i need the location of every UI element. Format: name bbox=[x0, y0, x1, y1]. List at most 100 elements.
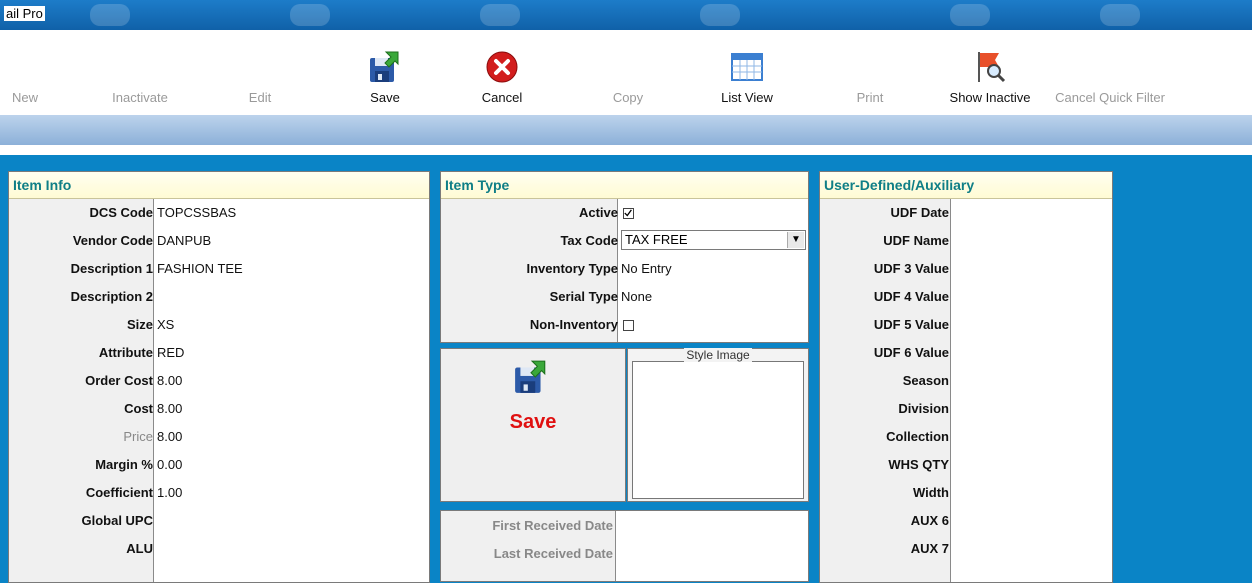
received-dates-panel: First Received Date Last Received Date bbox=[440, 510, 809, 582]
description-1-field[interactable]: FASHION TEE bbox=[157, 255, 243, 283]
floppy-disk-icon bbox=[370, 51, 399, 82]
udf-3-value-row: UDF 3 Value bbox=[820, 255, 1112, 283]
print-button[interactable]: Print bbox=[830, 30, 910, 115]
season-row: Season bbox=[820, 367, 1112, 395]
item-type-panel: Item Type Active Tax Code TAX FREE ▼ Inv… bbox=[440, 171, 809, 343]
cancel-quick-filter-button-label: Cancel Quick Filter bbox=[1055, 90, 1165, 105]
aux-6-label: AUX 6 bbox=[910, 513, 949, 528]
save-button[interactable]: Save bbox=[345, 30, 425, 115]
last-received-label: Last Received Date bbox=[493, 546, 613, 561]
cancel-button[interactable]: Cancel bbox=[457, 30, 547, 115]
filter-bar bbox=[0, 115, 1252, 145]
titlebar-decoration bbox=[480, 4, 520, 26]
dcs-code-field[interactable]: TOPCSSBAS bbox=[157, 199, 236, 227]
active-label: Active bbox=[578, 205, 618, 220]
list-view-button-label: List View bbox=[721, 90, 773, 105]
toolbar: New Inactivate Edit Save Cancel Copy Lis bbox=[0, 30, 1252, 115]
inventory-type-value[interactable]: No Entry bbox=[621, 255, 672, 283]
inventory-type-row: Inventory Type No Entry bbox=[441, 255, 808, 283]
serial-type-value[interactable]: None bbox=[621, 283, 652, 311]
tax-code-select[interactable]: TAX FREE ▼ bbox=[621, 230, 806, 250]
order-cost-field[interactable]: 8.00 bbox=[157, 367, 182, 395]
udf-4-value-label: UDF 4 Value bbox=[873, 289, 949, 304]
price-label: Price bbox=[123, 429, 153, 444]
udf-date-label: UDF Date bbox=[890, 205, 949, 220]
new-button[interactable]: New bbox=[0, 30, 70, 115]
udf-date-row: UDF Date bbox=[820, 199, 1112, 227]
vendor-code-label: Vendor Code bbox=[72, 233, 153, 248]
titlebar-decoration bbox=[290, 4, 330, 26]
save-panel[interactable]: Save bbox=[440, 348, 626, 502]
new-button-label: New bbox=[11, 90, 38, 105]
save-button-label: Save bbox=[370, 90, 400, 105]
item-info-fields: DCS Code TOPCSSBAS Vendor Code DANPUB Descri… bbox=[9, 199, 429, 563]
tax-code-value: TAX FREE bbox=[625, 232, 688, 247]
collection-row: Collection bbox=[820, 423, 1112, 451]
udf-5-value-label: UDF 5 Value bbox=[873, 317, 949, 332]
floppy-disk-icon bbox=[515, 360, 546, 393]
attribute-row: Attribute RED bbox=[9, 339, 429, 367]
margin-field[interactable]: 0.00 bbox=[157, 451, 182, 479]
attribute-label: Attribute bbox=[98, 345, 153, 360]
item-type-header: Item Type bbox=[441, 172, 808, 199]
cancel-button-label: Cancel bbox=[481, 90, 523, 105]
coefficient-field[interactable]: 1.00 bbox=[157, 479, 182, 507]
vendor-code-field[interactable]: DANPUB bbox=[157, 227, 211, 255]
check-icon bbox=[624, 209, 632, 217]
style-image-panel: Style Image bbox=[627, 348, 809, 502]
calendar-grid-icon bbox=[731, 53, 763, 81]
titlebar-decoration bbox=[950, 4, 990, 26]
item-type-fields: Active Tax Code TAX FREE ▼ Inventory Typ… bbox=[441, 199, 808, 339]
alu-label: ALU bbox=[126, 541, 153, 556]
udf-name-row: UDF Name bbox=[820, 227, 1112, 255]
cancel-quick-filter-button[interactable]: Cancel Quick Filter bbox=[1040, 30, 1180, 115]
description-2-label: Description 2 bbox=[70, 289, 153, 304]
udf-header: User-Defined/Auxiliary bbox=[820, 172, 1112, 199]
inactivate-button-label: Inactivate bbox=[112, 90, 168, 105]
save-panel-label: Save bbox=[509, 411, 557, 433]
window-title: ail Pro bbox=[4, 6, 45, 21]
aux-7-label: AUX 7 bbox=[910, 541, 949, 556]
attribute-field[interactable]: RED bbox=[157, 339, 184, 367]
copy-button[interactable]: Copy bbox=[588, 30, 668, 115]
non-inventory-label: Non-Inventory bbox=[529, 317, 618, 332]
alu-row: ALU bbox=[9, 535, 429, 563]
dcs-code-label: DCS Code bbox=[89, 205, 153, 220]
style-image-title: Style Image bbox=[684, 348, 752, 362]
chevron-down-icon[interactable]: ▼ bbox=[787, 232, 804, 248]
global-upc-row: Global UPC bbox=[9, 507, 429, 535]
division-label: Division bbox=[898, 401, 949, 416]
global-upc-label: Global UPC bbox=[81, 513, 153, 528]
vendor-code-row: Vendor Code DANPUB bbox=[9, 227, 429, 255]
tax-code-label: Tax Code bbox=[560, 233, 618, 248]
size-field[interactable]: XS bbox=[157, 311, 174, 339]
active-row: Active bbox=[441, 199, 808, 227]
titlebar-decoration bbox=[90, 4, 130, 26]
titlebar-decoration bbox=[700, 4, 740, 26]
list-view-button[interactable]: List View bbox=[697, 30, 797, 115]
udf-panel: User-Defined/Auxiliary UDF Date UDF Name U… bbox=[819, 171, 1113, 583]
cost-label: Cost bbox=[124, 401, 153, 416]
active-checkbox[interactable] bbox=[623, 208, 634, 220]
aux-6-row: AUX 6 bbox=[820, 507, 1112, 535]
style-image-box[interactable] bbox=[632, 361, 804, 499]
item-info-header: Item Info bbox=[9, 172, 429, 199]
margin-label: Margin % bbox=[95, 457, 153, 472]
tax-code-row: Tax Code TAX FREE ▼ bbox=[441, 227, 808, 255]
edit-button[interactable]: Edit bbox=[220, 30, 300, 115]
price-row: Price 8.00 bbox=[9, 423, 429, 451]
flag-magnifier-icon bbox=[978, 52, 1006, 83]
whs-qty-label: WHS QTY bbox=[888, 457, 949, 472]
udf-fields: UDF Date UDF Name UDF 3 Value UDF 4 Value UD… bbox=[820, 199, 1112, 563]
dcs-code-row: DCS Code TOPCSSBAS bbox=[9, 199, 429, 227]
cost-row: Cost 8.00 bbox=[9, 395, 429, 423]
cost-field[interactable]: 8.00 bbox=[157, 395, 182, 423]
price-field[interactable]: 8.00 bbox=[157, 423, 182, 451]
item-info-panel: Item Info DCS Code TOPCSSBAS Vendor Code DA… bbox=[8, 171, 430, 583]
show-inactive-button[interactable]: Show Inactive bbox=[940, 30, 1040, 115]
non-inventory-checkbox[interactable] bbox=[623, 320, 634, 332]
first-received-row: First Received Date bbox=[441, 512, 808, 540]
inactivate-button[interactable]: Inactivate bbox=[95, 30, 185, 115]
inventory-type-label: Inventory Type bbox=[526, 261, 618, 276]
first-received-label: First Received Date bbox=[492, 518, 613, 533]
